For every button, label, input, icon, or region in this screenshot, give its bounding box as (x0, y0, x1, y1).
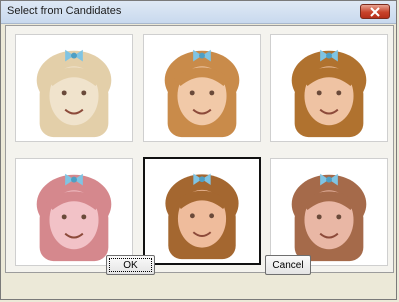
portrait-image (271, 35, 387, 141)
dialog-window: Select from Candidates OK Cancel (0, 0, 397, 300)
candidate-thumbnail-3[interactable] (270, 34, 388, 142)
portrait-image (16, 35, 132, 141)
portrait-image (271, 159, 387, 265)
cancel-button[interactable]: Cancel (265, 255, 311, 275)
candidate-thumbnail-2[interactable] (143, 34, 261, 142)
window-title: Select from Candidates (7, 5, 122, 17)
candidates-panel (5, 25, 394, 273)
candidate-thumbnail-5[interactable] (143, 157, 261, 265)
portrait-image (145, 159, 259, 263)
title-bar: Select from Candidates (1, 1, 396, 24)
close-icon (370, 6, 380, 17)
candidate-thumbnail-4[interactable] (15, 158, 133, 266)
portrait-image (16, 159, 132, 265)
ok-button[interactable]: OK (106, 255, 155, 275)
portrait-image (144, 35, 260, 141)
candidate-thumbnail-6[interactable] (270, 158, 388, 266)
close-button[interactable] (360, 4, 390, 19)
candidate-thumbnail-1[interactable] (15, 34, 133, 142)
